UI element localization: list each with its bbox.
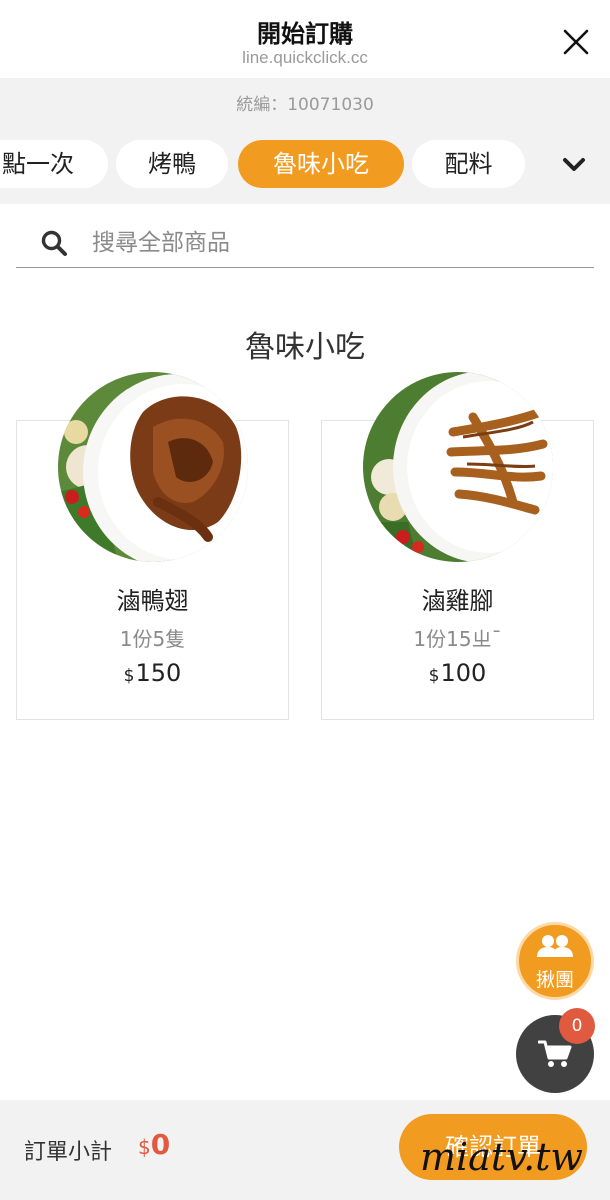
price-currency: $: [123, 666, 135, 686]
page-url: line.quickclick.cc: [242, 48, 368, 67]
store-tax-id: 統編：10071030: [236, 95, 374, 115]
group-order-button[interactable]: 揪團: [516, 922, 594, 1000]
order-page: 開始訂購 line.quickclick.cc 統編：10071030 點一次 …: [0, 0, 610, 1200]
search-icon: [41, 230, 67, 256]
product-image-chicken-feet[interactable]: [363, 372, 553, 562]
group-icon: [537, 935, 573, 957]
product-image-duck-wings[interactable]: [58, 372, 248, 562]
price-value: 100: [440, 659, 487, 687]
tab-sides[interactable]: 配料: [412, 140, 525, 188]
tab-roast-duck[interactable]: 烤鴨: [116, 140, 228, 188]
product-price: $100: [322, 659, 593, 687]
product-desc: 1份15ㄓ¯: [413, 627, 502, 651]
expand-tabs-button[interactable]: [560, 152, 588, 176]
cart-icon: [538, 1040, 572, 1067]
tab-label: 點一次: [2, 150, 74, 178]
product-desc: 1份5隻: [119, 627, 186, 651]
price-value: 150: [135, 659, 182, 687]
cart-count-badge: 0: [559, 1008, 595, 1044]
tab-label: 魯味小吃: [273, 150, 369, 178]
product-name: 滷鴨翅: [116, 587, 189, 615]
product-name: 滷雞腳: [421, 587, 494, 615]
price-currency: $: [428, 666, 440, 686]
subtotal-value: $0: [138, 1128, 170, 1161]
tab-label: 烤鴨: [148, 150, 196, 178]
product-photo: [363, 372, 553, 562]
page-title: 開始訂購: [257, 20, 353, 48]
header: 開始訂購 line.quickclick.cc: [0, 0, 610, 78]
category-band: 統編：10071030 點一次 烤鴨 魯味小吃 配料: [0, 78, 610, 204]
product-photo: [58, 372, 248, 562]
search-bar: [16, 218, 594, 268]
subtotal-currency: $: [138, 1135, 151, 1159]
group-order-label: 揪團: [535, 969, 574, 991]
section-title: 魯味小吃: [245, 330, 365, 365]
watermark: miatv.tw: [420, 1135, 583, 1179]
tab-label: 配料: [444, 150, 493, 178]
close-button[interactable]: [560, 26, 592, 58]
tab-combo[interactable]: 點一次: [0, 140, 108, 188]
close-icon: [563, 29, 589, 55]
product-price: $150: [17, 659, 288, 687]
subtotal-label: 訂單小計: [24, 1140, 113, 1165]
chevron-down-icon: [563, 158, 585, 171]
tab-braised-snacks[interactable]: 魯味小吃: [238, 140, 404, 188]
search-input[interactable]: [92, 224, 572, 262]
category-tabs: 點一次 烤鴨 魯味小吃 配料: [0, 140, 555, 188]
subtotal-amount: 0: [150, 1128, 171, 1161]
